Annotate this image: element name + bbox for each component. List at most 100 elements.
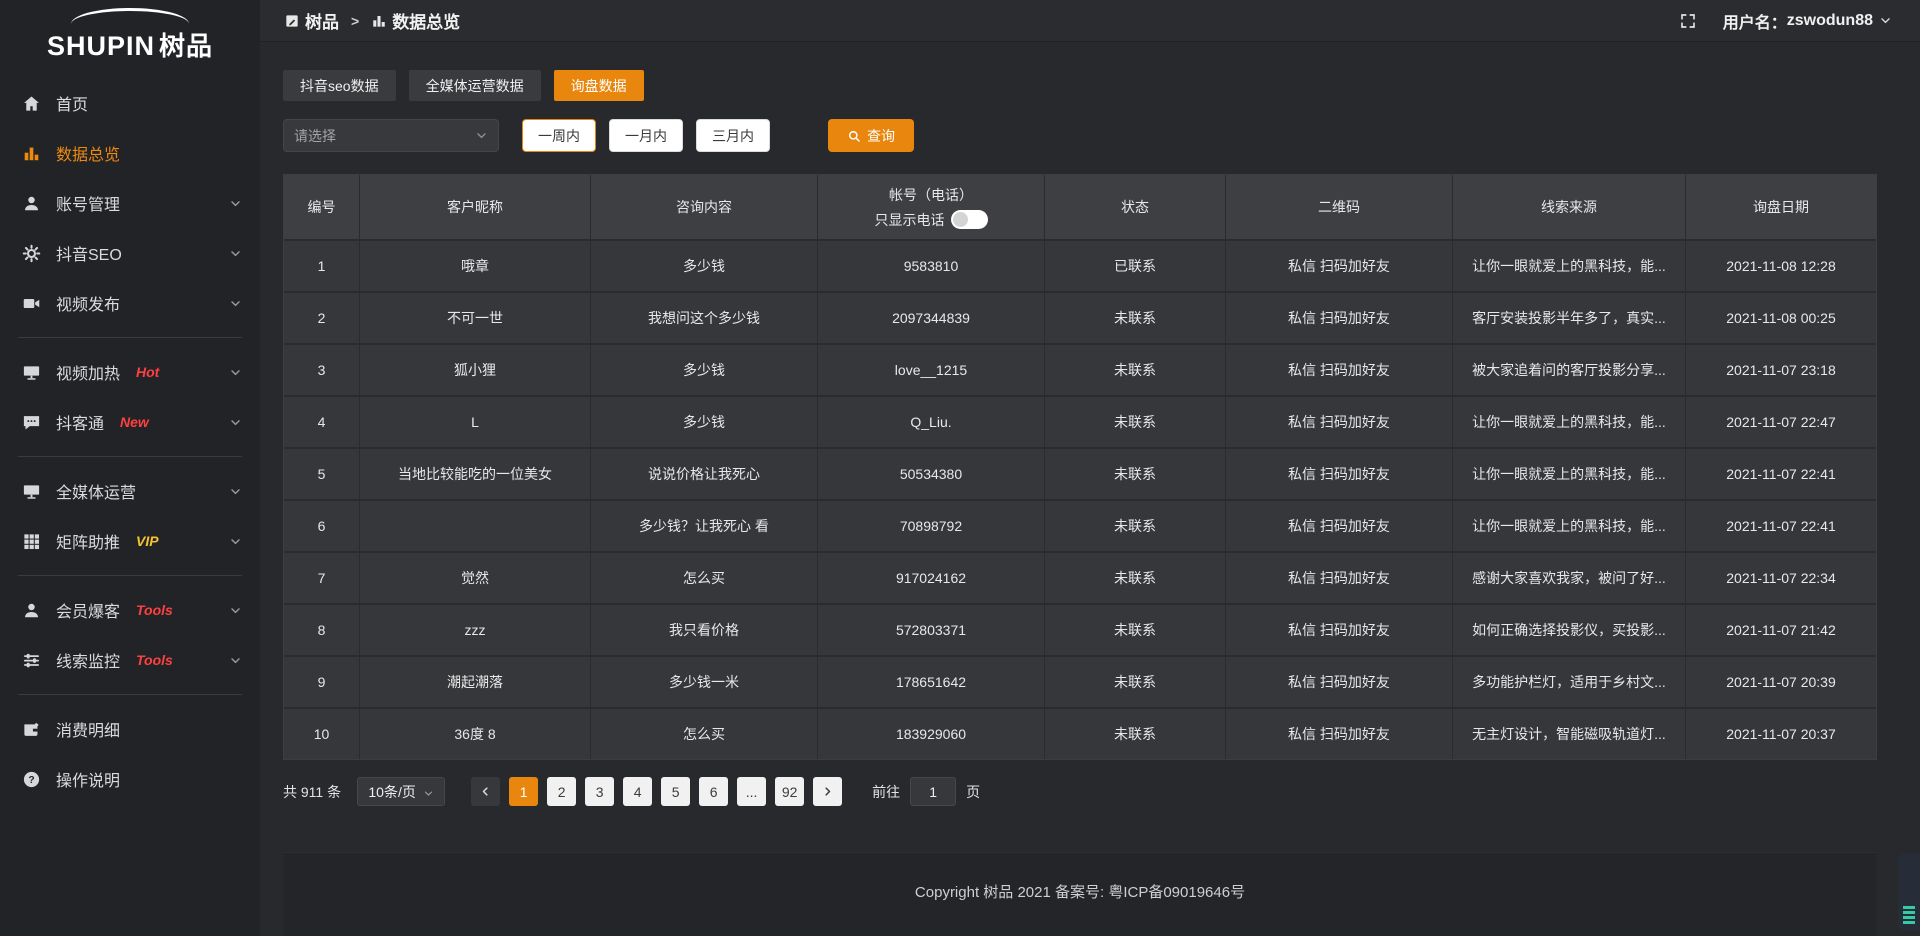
logo-cn: 树品	[159, 31, 213, 61]
row-nickname	[360, 501, 590, 551]
row-date: 2021-11-08 00:25	[1686, 293, 1876, 343]
row-source-link[interactable]: 客厅安装投影半年多了，真实...	[1453, 293, 1685, 343]
sidebar-badge-tools: Tools	[136, 602, 173, 618]
sidebar-divider	[18, 337, 242, 338]
table-row: 6多少钱？让我死心 看70898792未联系私信 扫码加好友让你一眼就爱上的黑科…	[284, 501, 1876, 551]
row-id: 5	[284, 449, 359, 499]
sidebar-divider	[18, 456, 242, 457]
row-source-link[interactable]: 多功能护栏灯，适用于乡村文...	[1453, 657, 1685, 707]
row-source-link[interactable]: 无主灯设计，智能磁吸轨道灯...	[1453, 709, 1685, 759]
row-qrcode-link[interactable]: 私信 扫码加好友	[1226, 241, 1452, 291]
row-date: 2021-11-07 22:41	[1686, 501, 1876, 551]
sidebar-item-label: 视频发布	[56, 291, 120, 315]
tab-0[interactable]: 抖音seo数据	[283, 70, 396, 101]
sidebar-item-operation-guide[interactable]: ?操作说明	[0, 754, 260, 804]
column-header-qrcode: 二维码	[1226, 175, 1452, 239]
sidebar-item-clue-monitor[interactable]: 线索监控Tools	[0, 635, 260, 685]
row-qrcode-link[interactable]: 私信 扫码加好友	[1226, 397, 1452, 447]
copyright-text: Copyright 树品 2021 备案号: 粤ICP备09019646号	[915, 884, 1245, 901]
sidebar-item-label: 操作说明	[56, 767, 120, 791]
row-qrcode-link[interactable]: 私信 扫码加好友	[1226, 605, 1452, 655]
row-qrcode-link[interactable]: 私信 扫码加好友	[1226, 345, 1452, 395]
chevron-down-icon	[423, 786, 434, 797]
search-button[interactable]: 查询	[828, 119, 914, 152]
row-qrcode-link[interactable]: 私信 扫码加好友	[1226, 657, 1452, 707]
row-qrcode-link[interactable]: 私信 扫码加好友	[1226, 501, 1452, 551]
page-button-4[interactable]: 4	[623, 777, 652, 806]
tab-bar: 抖音seo数据全媒体运营数据询盘数据	[283, 70, 1877, 101]
sidebar-item-video-heating[interactable]: 视频加热Hot	[0, 347, 260, 397]
page-button-6[interactable]: 6	[699, 777, 728, 806]
row-source-link[interactable]: 如何正确选择投影仪，买投影...	[1453, 605, 1685, 655]
page-button-3[interactable]: 3	[585, 777, 614, 806]
sidebar-item-label: 线索监控	[56, 648, 120, 672]
sidebar-item-video-publish[interactable]: 视频发布	[0, 278, 260, 328]
row-id: 8	[284, 605, 359, 655]
row-id: 6	[284, 501, 359, 551]
range-button-0[interactable]: 一周内	[522, 119, 596, 152]
fullscreen-icon[interactable]	[1679, 12, 1697, 30]
sidebar-item-omnimedia-operation[interactable]: 全媒体运营	[0, 466, 260, 516]
account-select[interactable]: 请选择	[283, 119, 499, 152]
sidebar: SHUPIN树品 首页数据总览账号管理抖音SEO视频发布视频加热Hot抖客通Ne…	[0, 0, 260, 936]
row-account: love__1215	[818, 345, 1044, 395]
row-source-link[interactable]: 让你一眼就爱上的黑科技，能...	[1453, 449, 1685, 499]
column-header-date: 询盘日期	[1686, 175, 1876, 239]
row-nickname: L	[360, 397, 590, 447]
sidebar-item-matrix-boost[interactable]: 矩阵助推VIP	[0, 516, 260, 566]
row-account: 572803371	[818, 605, 1044, 655]
prev-page-button[interactable]	[471, 777, 500, 806]
row-source-link[interactable]: 感谢大家喜欢我家，被问了好...	[1453, 553, 1685, 603]
tab-2[interactable]: 询盘数据	[554, 70, 644, 101]
row-content: 多少钱	[591, 345, 817, 395]
row-status: 未联系	[1045, 293, 1225, 343]
sidebar-item-member-baoke[interactable]: 会员爆客Tools	[0, 585, 260, 635]
row-qrcode-link[interactable]: 私信 扫码加好友	[1226, 293, 1452, 343]
row-content: 怎么买	[591, 553, 817, 603]
page-button-1[interactable]: 1	[509, 777, 538, 806]
floating-widget[interactable]	[1898, 854, 1920, 930]
sidebar-item-home[interactable]: 首页	[0, 78, 260, 128]
chevron-down-icon	[229, 297, 242, 310]
page-button-92[interactable]: 92	[775, 777, 804, 806]
logo-arc-decoration	[71, 8, 189, 24]
row-status: 未联系	[1045, 605, 1225, 655]
user-menu[interactable]: 用户名： zswodun88	[1723, 9, 1892, 33]
row-source-link[interactable]: 让你一眼就爱上的黑科技，能...	[1453, 397, 1685, 447]
total-count: 共 911 条	[283, 782, 341, 802]
sidebar-item-label: 矩阵助推	[56, 529, 120, 553]
row-qrcode-link[interactable]: 私信 扫码加好友	[1226, 553, 1452, 603]
sidebar-item-consumption-detail[interactable]: 消费明细	[0, 704, 260, 754]
page-ellipsis[interactable]: ...	[737, 777, 766, 806]
page-buttons: 123456... 92	[471, 777, 842, 806]
row-date: 2021-11-07 22:34	[1686, 553, 1876, 603]
next-page-button[interactable]	[813, 777, 842, 806]
range-button-2[interactable]: 三月内	[696, 119, 770, 152]
row-source-link[interactable]: 让你一眼就爱上的黑科技，能...	[1453, 501, 1685, 551]
breadcrumb-item-root[interactable]: 树品	[284, 8, 339, 33]
breadcrumb-item-current[interactable]: 数据总览	[371, 8, 460, 33]
video-icon	[22, 294, 41, 313]
grid-icon	[22, 532, 41, 551]
phone-only-toggle[interactable]	[951, 210, 988, 229]
sidebar-item-data-overview[interactable]: 数据总览	[0, 128, 260, 178]
sidebar-item-account-management[interactable]: 账号管理	[0, 178, 260, 228]
page-button-5[interactable]: 5	[661, 777, 690, 806]
row-source-link[interactable]: 被大家追着问的客厅投影分享...	[1453, 345, 1685, 395]
row-qrcode-link[interactable]: 私信 扫码加好友	[1226, 449, 1452, 499]
page-button-2[interactable]: 2	[547, 777, 576, 806]
row-qrcode-link[interactable]: 私信 扫码加好友	[1226, 709, 1452, 759]
chevron-down-icon	[229, 366, 242, 379]
sidebar-item-label: 首页	[56, 91, 88, 115]
row-content: 说说价格让我死心	[591, 449, 817, 499]
range-button-1[interactable]: 一月内	[609, 119, 683, 152]
tab-1[interactable]: 全媒体运营数据	[409, 70, 541, 101]
sidebar-item-douyin-seo[interactable]: 抖音SEO	[0, 228, 260, 278]
sidebar-item-douketong[interactable]: 抖客通New	[0, 397, 260, 447]
row-source-link[interactable]: 让你一眼就爱上的黑科技，能...	[1453, 241, 1685, 291]
chevron-down-icon	[475, 129, 488, 142]
page-size-select[interactable]: 10条/页	[357, 777, 445, 806]
gear-icon	[22, 244, 41, 263]
breadcrumb-separator: >	[351, 13, 359, 29]
jump-page-input[interactable]: 1	[910, 777, 956, 806]
